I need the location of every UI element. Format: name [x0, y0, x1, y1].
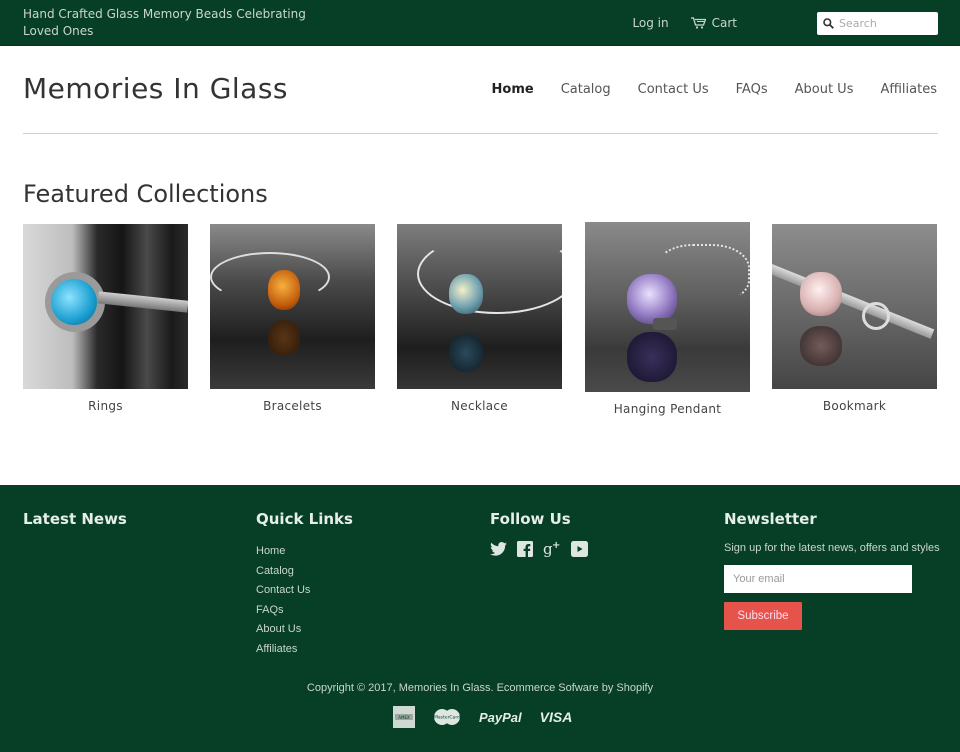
account-links: Log in Cart: [632, 16, 737, 30]
svg-text:MasterCard: MasterCard: [434, 715, 460, 721]
search-icon: [823, 18, 834, 29]
collection-image-bracelets[interactable]: [210, 224, 375, 389]
quick-links-list: Home Catalog Contact Us FAQs About Us Af…: [256, 542, 310, 659]
paypal-icon: PayPal: [479, 709, 522, 725]
amex-icon: AMEX: [393, 706, 415, 728]
cart-icon: [690, 17, 706, 29]
main-nav: Home Catalog Contact Us FAQs About Us Af…: [465, 82, 937, 97]
visa-icon: VISA: [539, 709, 573, 725]
footer-link-catalog[interactable]: Catalog: [256, 562, 310, 582]
featured-collections-title: Featured Collections: [23, 180, 268, 208]
collection-label[interactable]: Rings: [23, 399, 188, 413]
social-links: g +: [490, 540, 598, 557]
collection-bracelets[interactable]: Bracelets: [210, 224, 375, 413]
collection-hanging-pendant[interactable]: Hanging Pendant: [585, 222, 750, 416]
collection-label[interactable]: Bracelets: [210, 399, 375, 413]
nav-about-us[interactable]: About Us: [795, 82, 854, 97]
footer-link-faqs[interactable]: FAQs: [256, 601, 310, 621]
nav-home[interactable]: Home: [492, 82, 534, 97]
newsletter-description: Sign up for the latest news, offers and …: [724, 542, 940, 554]
collection-label[interactable]: Bookmark: [772, 399, 937, 413]
subscribe-button[interactable]: Subscribe: [724, 602, 802, 630]
quick-links-heading: Quick Links: [256, 510, 353, 528]
collection-image-hanging-pendant[interactable]: [585, 222, 750, 392]
store-tagline: Hand Crafted Glass Memory Beads Celebrat…: [23, 7, 306, 38]
collection-image-rings[interactable]: [23, 224, 188, 389]
follow-us-heading: Follow Us: [490, 510, 571, 528]
payment-methods: AMEX MasterCard PayPal VISA: [393, 706, 590, 728]
site-footer: Latest News Quick Links Home Catalog Con…: [0, 485, 960, 752]
twitter-icon[interactable]: [490, 541, 507, 556]
nav-faqs[interactable]: FAQs: [736, 82, 768, 97]
collection-label[interactable]: Hanging Pendant: [585, 402, 750, 416]
collection-necklace[interactable]: Necklace: [397, 224, 562, 413]
svg-text:+: +: [552, 540, 560, 551]
svg-text:AMEX: AMEX: [398, 715, 410, 720]
copyright-text: Copyright © 2017, Memories In Glass. Eco…: [306, 682, 654, 694]
mastercard-icon: MasterCard: [434, 709, 460, 725]
search-input[interactable]: [839, 17, 929, 30]
collection-bookmark[interactable]: Bookmark: [772, 224, 937, 413]
collection-image-bookmark[interactable]: [772, 224, 937, 389]
newsletter-email-input[interactable]: [724, 565, 912, 593]
footer-link-contact-us[interactable]: Contact Us: [256, 581, 310, 601]
site-logo[interactable]: Memories In Glass: [23, 72, 288, 105]
footer-link-home[interactable]: Home: [256, 542, 310, 562]
nav-affiliates[interactable]: Affiliates: [880, 82, 937, 97]
footer-link-affiliates[interactable]: Affiliates: [256, 640, 310, 660]
login-link[interactable]: Log in: [632, 16, 668, 30]
collection-label[interactable]: Necklace: [397, 399, 562, 413]
footer-link-about-us[interactable]: About Us: [256, 620, 310, 640]
latest-news-heading: Latest News: [23, 510, 127, 528]
nav-catalog[interactable]: Catalog: [561, 82, 611, 97]
cart-link[interactable]: Cart: [690, 16, 737, 30]
cart-label: Cart: [711, 16, 737, 30]
header-divider: [23, 133, 938, 134]
youtube-icon[interactable]: [571, 540, 588, 557]
google-plus-icon[interactable]: g +: [543, 540, 561, 557]
collection-rings[interactable]: Rings: [23, 224, 188, 413]
collection-image-necklace[interactable]: [397, 224, 562, 389]
nav-contact-us[interactable]: Contact Us: [638, 82, 709, 97]
announcement-bar: Hand Crafted Glass Memory Beads Celebrat…: [0, 0, 960, 46]
newsletter-heading: Newsletter: [724, 510, 817, 528]
search-box[interactable]: [817, 12, 938, 35]
facebook-icon[interactable]: [517, 540, 533, 557]
